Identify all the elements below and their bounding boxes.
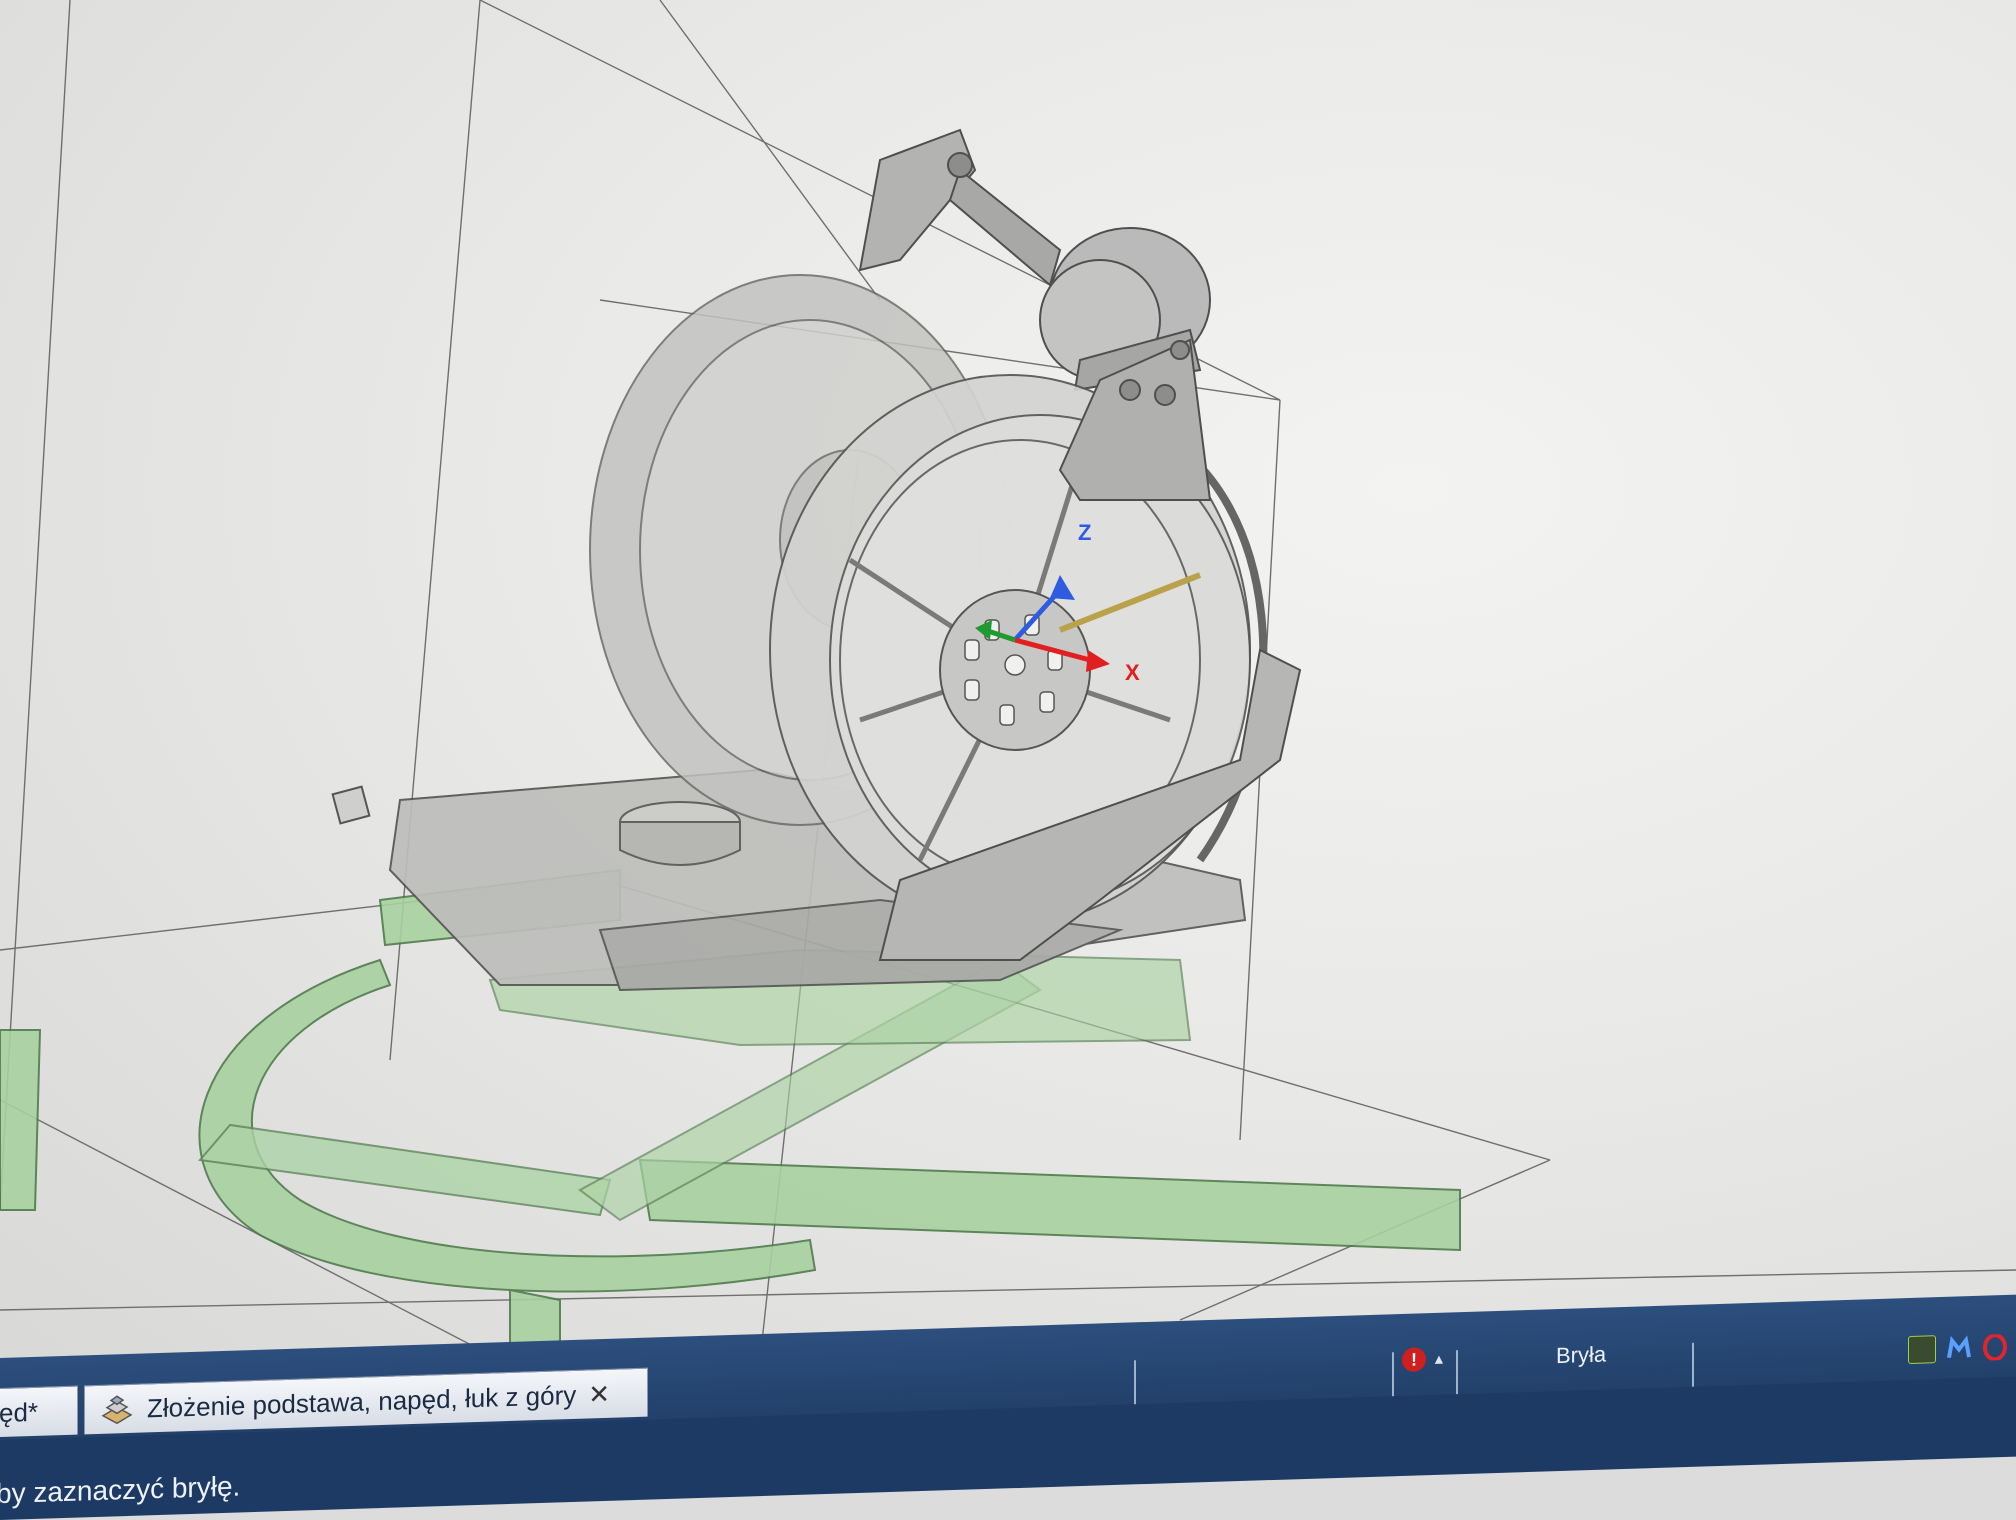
status-message: by zaznaczyć bryłę.: [0, 1470, 241, 1510]
assembly-icon: [99, 1393, 135, 1426]
warnings-indicator[interactable]: ! ▲: [1402, 1347, 1446, 1372]
3d-viewport[interactable]: Z X: [0, 0, 2016, 1390]
tab-previous-label: ęd*: [0, 1396, 39, 1428]
status-separator: [1456, 1350, 1458, 1395]
model-scene[interactable]: Z X: [0, 0, 2016, 1390]
x-axis-label: X: [1125, 660, 1140, 685]
warning-icon[interactable]: !: [1402, 1347, 1426, 1372]
nvidia-icon[interactable]: [1908, 1335, 1936, 1365]
status-separator: [1392, 1352, 1394, 1397]
tab-active-label: Złożenie podstawa, napęd, łuk z góry: [147, 1379, 577, 1423]
close-tab-icon[interactable]: ✕: [588, 1378, 610, 1410]
selection-mode-label[interactable]: Bryła: [1556, 1342, 1606, 1370]
stray-part[interactable]: [331, 785, 371, 825]
expand-arrow-icon[interactable]: ▲: [1432, 1351, 1446, 1367]
malwarebytes-icon[interactable]: [1946, 1335, 1972, 1362]
z-axis-label: Z: [1078, 520, 1091, 545]
system-tray: [1908, 1333, 2008, 1365]
opera-icon[interactable]: [1982, 1333, 2008, 1362]
status-separator: [1692, 1342, 1694, 1387]
tab-previous-document[interactable]: ęd*: [0, 1385, 78, 1438]
status-separator: [1134, 1360, 1136, 1405]
